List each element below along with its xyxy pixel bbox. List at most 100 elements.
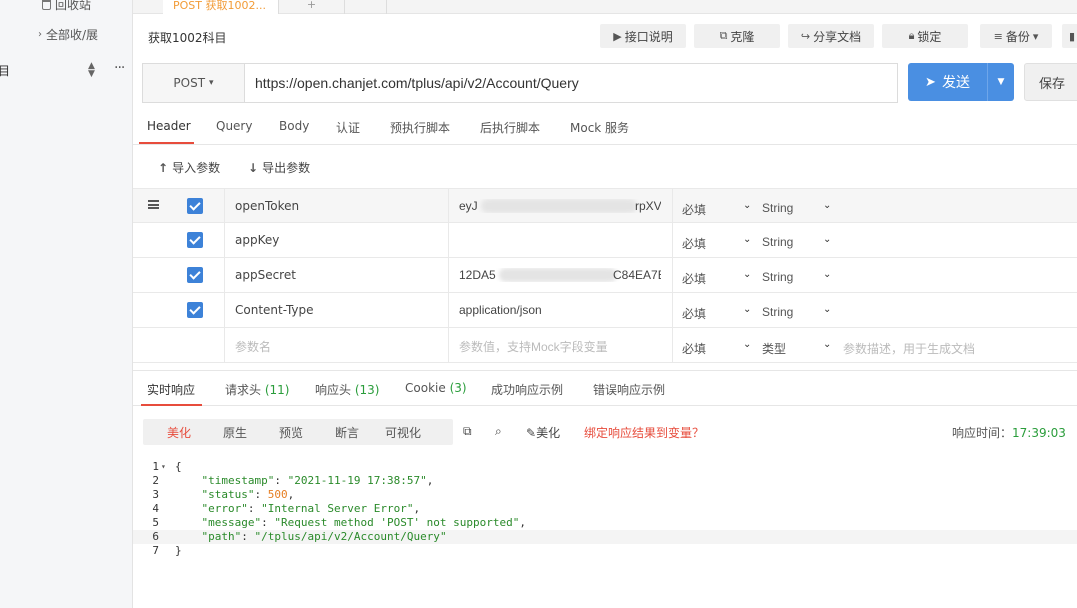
tab-auth[interactable]: 认证 (336, 119, 360, 136)
more-toolbar-button[interactable]: ▮ (1062, 24, 1077, 48)
param-type[interactable]: String (762, 305, 793, 319)
param-value[interactable]: application/json (459, 303, 661, 317)
collapse-expand-label: 全部收/展 (46, 28, 99, 42)
fold-icon[interactable]: ▾ (161, 460, 166, 474)
param-value[interactable]: 12DA5 C84EA7E (459, 268, 661, 282)
more-icon[interactable]: ··· (114, 60, 125, 76)
chevron-down-icon[interactable]: ⌄ (743, 200, 751, 211)
chevron-down-icon[interactable]: ⌄ (823, 234, 831, 245)
drag-handle-icon[interactable] (148, 200, 159, 209)
sort-icon[interactable]: ▲ ▼ (88, 62, 95, 79)
code-text: "status": 500, (201, 488, 295, 501)
bind-response-link[interactable]: 绑定响应结果到变量？ (584, 424, 704, 441)
view-mode-bar: 美化 原生 预览 断言 可视化 (143, 419, 453, 445)
param-name[interactable]: openToken (235, 199, 299, 213)
param-type[interactable]: String (762, 235, 793, 249)
view-visualize[interactable]: 可视化 (385, 424, 421, 441)
param-checkbox[interactable] (187, 267, 203, 283)
chevron-down-icon[interactable]: ⌄ (823, 269, 831, 280)
caret-down-icon: ▾ (1032, 29, 1039, 43)
chevron-down-icon[interactable]: ⌄ (743, 234, 751, 245)
chevron-down-icon[interactable]: ⌄ (823, 339, 831, 350)
param-value-placeholder[interactable]: 参数值，支持Mock字段变量 (459, 338, 661, 355)
tab-query[interactable]: Query (216, 119, 252, 133)
json-timestamp: 2021-11-19 17:38:57 (294, 474, 421, 487)
view-raw[interactable]: 原生 (223, 424, 247, 441)
code-text: } (175, 544, 182, 557)
database-icon: ≡ (993, 29, 1003, 43)
lock-label: 锁定 (917, 29, 942, 44)
method-select[interactable]: POST ▾ (143, 64, 245, 102)
response-code-view[interactable]: 1 ▾ { 2 "timestamp": "2021-11-19 17:38:5… (133, 460, 1077, 558)
url-bar: POST ▾ (142, 63, 898, 103)
collapse-expand-all[interactable]: › 全部收/展 (38, 26, 98, 43)
tab-mock[interactable]: Mock 服务 (570, 119, 629, 136)
recycle-bin-link[interactable]: 回收站 (42, 0, 91, 13)
tab-body[interactable]: Body (279, 119, 309, 133)
param-type[interactable]: String (762, 201, 793, 215)
code-line: 5 "message": "Request method 'POST' not … (133, 516, 1077, 530)
copy-icon[interactable]: ⧉ (463, 424, 472, 439)
param-desc-placeholder[interactable]: 参数描述，用于生成文档 (843, 340, 975, 357)
import-params-button[interactable]: ↑ 导入参数 (158, 159, 220, 176)
lock-button[interactable]: 🔒︎ 锁定 (882, 24, 968, 48)
backup-button[interactable]: ≡ 备份 ▾ (980, 24, 1052, 48)
chevron-down-icon[interactable]: ⌄ (823, 200, 831, 211)
param-required[interactable]: 必填 (682, 340, 706, 357)
param-checkbox[interactable] (187, 302, 203, 318)
share-doc-button[interactable]: ↪ 分享文档 (788, 24, 874, 48)
tab-pre-script[interactable]: 预执行脚本 (390, 119, 450, 136)
code-line: 1 ▾ { (133, 460, 1077, 474)
send-dropdown-button[interactable]: ▼ (988, 77, 1014, 87)
param-name[interactable]: Content-Type (235, 303, 314, 317)
param-value[interactable]: eyJ rpXV( (459, 199, 661, 213)
param-required[interactable]: 必填 (682, 270, 706, 287)
send-button[interactable]: ➤ 发送 (908, 63, 988, 101)
param-name[interactable]: appKey (235, 233, 279, 247)
param-required[interactable]: 必填 (682, 235, 706, 252)
tab-post-script[interactable]: 后执行脚本 (480, 119, 540, 136)
param-name-placeholder[interactable]: 参数名 (235, 338, 271, 355)
tab-response-headers[interactable]: 响应头 (13) (315, 381, 379, 398)
param-required[interactable]: 必填 (682, 201, 706, 218)
param-required[interactable]: 必填 (682, 305, 706, 322)
tab-header[interactable]: Header (147, 119, 191, 133)
clone-button[interactable]: ⧉ 克隆 (694, 24, 780, 48)
chevron-down-icon[interactable]: ⌄ (743, 269, 751, 280)
export-params-button[interactable]: ↓ 导出参数 (248, 159, 310, 176)
column-divider (448, 328, 449, 363)
param-checkbox[interactable] (187, 232, 203, 248)
param-type[interactable]: 类型 (762, 340, 786, 357)
new-tab-button[interactable]: + (279, 0, 345, 14)
doc-tab-blank[interactable] (345, 0, 387, 14)
view-assert[interactable]: 断言 (335, 424, 359, 441)
chevron-down-icon[interactable]: ⌄ (743, 339, 751, 350)
param-type[interactable]: String (762, 270, 793, 284)
doc-tab-active[interactable]: POST 获取1002... (163, 0, 279, 14)
tab-label: 请求头 (225, 383, 262, 397)
chevron-right-icon: › (38, 29, 42, 40)
save-button[interactable]: 保存 (1024, 63, 1077, 101)
tab-label: 响应头 (315, 383, 352, 397)
param-checkbox[interactable] (187, 198, 203, 214)
tab-error-example[interactable]: 错误响应示例 (593, 381, 665, 398)
json-status: 500 (267, 488, 288, 501)
tab-count: (3) (449, 381, 467, 395)
param-name[interactable]: appSecret (235, 268, 296, 282)
api-doc-button[interactable]: ▶ 接口说明 (600, 24, 686, 48)
tab-success-example[interactable]: 成功响应示例 (491, 381, 563, 398)
tab-request-headers[interactable]: 请求头 (11) (225, 381, 289, 398)
url-input[interactable] (255, 75, 885, 91)
column-divider (224, 189, 225, 224)
view-beautify[interactable]: 美化 (167, 424, 191, 441)
beautify-button[interactable]: ✎美化 (526, 424, 560, 441)
sidebar-folder-item[interactable]: 目 ▲ ▼ ··· (0, 58, 133, 82)
chevron-down-icon[interactable]: ⌄ (823, 304, 831, 315)
view-preview[interactable]: 预览 (279, 424, 303, 441)
code-line: 7 } (133, 544, 1077, 558)
tab-realtime-response[interactable]: 实时响应 (147, 381, 195, 398)
chevron-down-icon[interactable]: ⌄ (743, 304, 751, 315)
param-value-start: eyJ (459, 199, 478, 213)
tab-cookie[interactable]: Cookie (3) (405, 381, 467, 395)
search-icon[interactable]: ⌕ (495, 424, 502, 439)
